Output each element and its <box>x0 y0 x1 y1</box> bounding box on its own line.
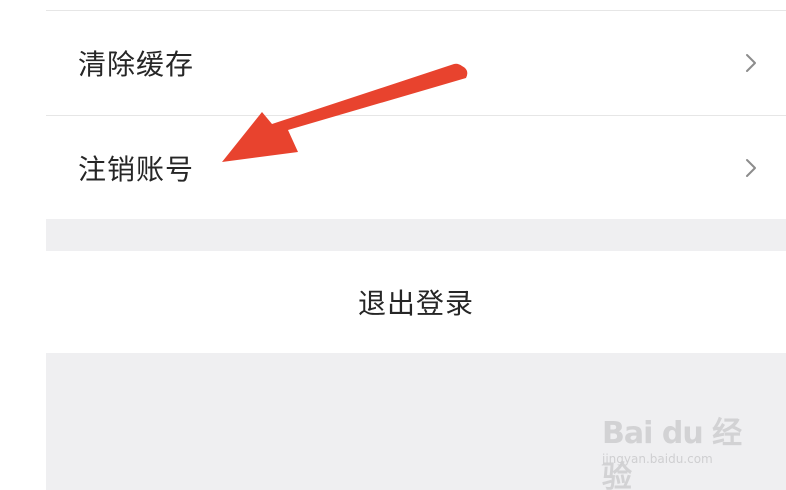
clear-cache-label: 清除缓存 <box>78 47 195 81</box>
settings-screen: 清除缓存 注销账号 退出登录 Bai du 经验 jingyan.baidu.c… <box>0 0 786 490</box>
baidu-watermark: Bai du 经验 jingyan.baidu.com <box>598 400 748 490</box>
deactivate-account-label: 注销账号 <box>78 152 195 186</box>
chevron-right-icon <box>746 158 756 177</box>
clear-cache-item[interactable]: 清除缓存 <box>46 11 786 114</box>
deactivate-account-item[interactable]: 注销账号 <box>46 116 786 219</box>
watermark-logo: Bai du 经验 <box>602 416 742 490</box>
watermark-url: jingyan.baidu.com <box>602 452 713 466</box>
logout-button[interactable]: 退出登录 <box>46 251 786 353</box>
section-gap <box>46 219 786 251</box>
chevron-right-icon <box>746 53 756 72</box>
logout-label: 退出登录 <box>357 287 474 320</box>
